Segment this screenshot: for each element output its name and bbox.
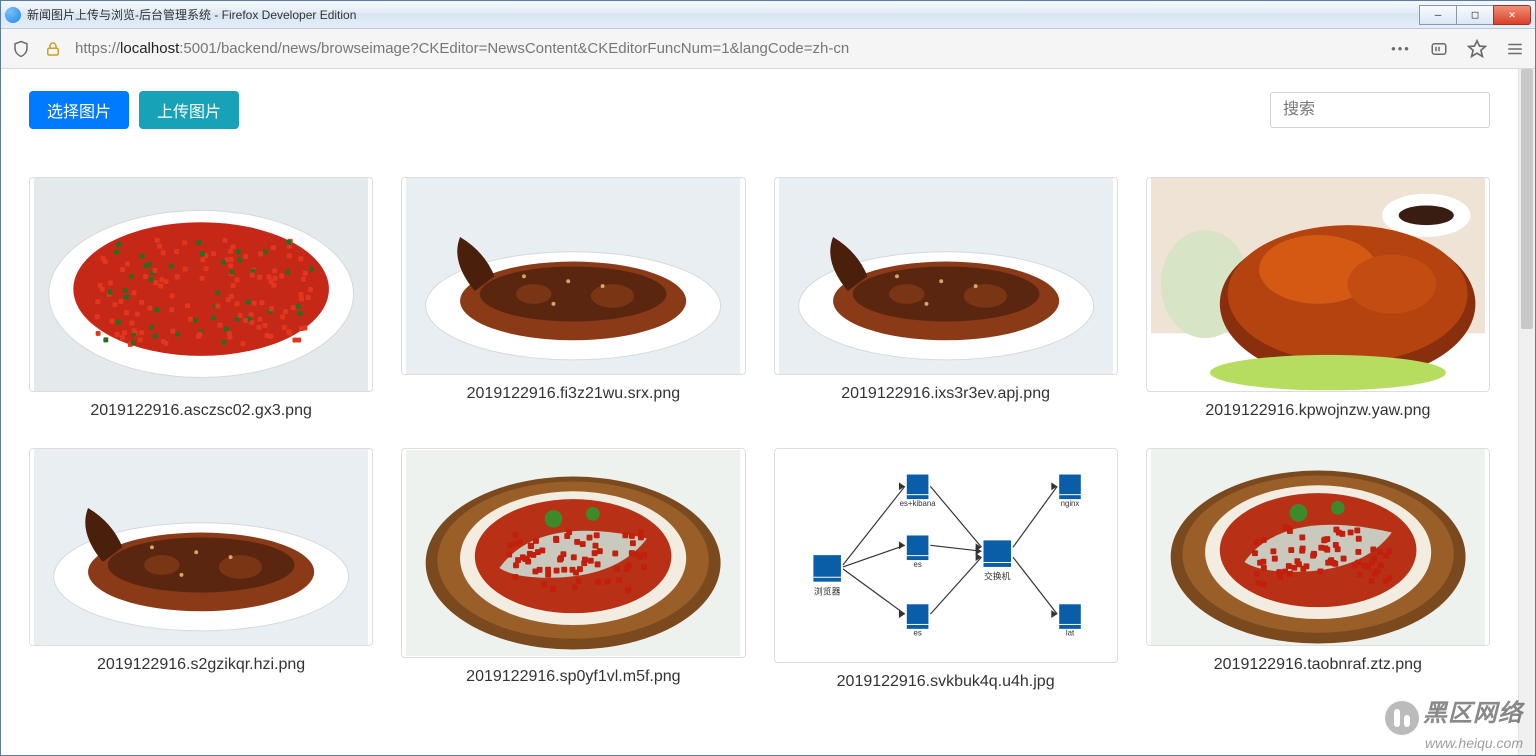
reader-icon[interactable] xyxy=(1429,39,1449,59)
watermark-line2: www.heiqu.com xyxy=(1385,735,1523,751)
svg-text:交换机: 交换机 xyxy=(983,571,1010,582)
url-path: /backend/news/browseimage?CKEditor=NewsC… xyxy=(217,40,849,57)
image-card[interactable]: 2019122916.kpwojnzw.yaw.png xyxy=(1146,177,1490,420)
url-port: :5001 xyxy=(179,40,217,57)
watermark-line1: 黑区网络 xyxy=(1423,700,1523,727)
image-thumbnail[interactable] xyxy=(1146,448,1490,646)
image-card[interactable]: 2019122916.asczsc02.gx3.png xyxy=(29,177,373,420)
page-viewport: 选择图片 上传图片 2019122916.asczsc02.gx3.png 20… xyxy=(1,69,1535,755)
image-caption: 2019122916.ixs3r3ev.apj.png xyxy=(774,385,1118,403)
watermark-logo-icon xyxy=(1385,701,1419,735)
svg-text:es+kibana: es+kibana xyxy=(899,499,936,508)
shield-icon[interactable] xyxy=(11,39,31,59)
page-scroller[interactable]: 选择图片 上传图片 2019122916.asczsc02.gx3.png 20… xyxy=(1,69,1518,755)
scrollbar-thumb[interactable] xyxy=(1521,69,1533,329)
page-content: 选择图片 上传图片 2019122916.asczsc02.gx3.png 20… xyxy=(1,69,1518,713)
toolbar: 选择图片 上传图片 xyxy=(29,91,1490,129)
image-card[interactable]: 浏览器 es+kibana es es 交换机 nginx lat xyxy=(774,448,1118,691)
image-caption: 2019122916.taobnraf.ztz.png xyxy=(1146,656,1490,674)
lock-warning-icon[interactable] xyxy=(43,39,63,59)
search-input[interactable] xyxy=(1270,92,1490,128)
window-titlebar[interactable]: 新闻图片上传与浏览-后台管理系统 - Firefox Developer Edi… xyxy=(1,1,1535,29)
watermark: 黑区网络 www.heiqu.com xyxy=(1385,693,1523,751)
image-caption: 2019122916.fi3z21wu.srx.png xyxy=(401,385,745,403)
image-card[interactable]: 2019122916.taobnraf.ztz.png xyxy=(1146,448,1490,691)
image-caption: 2019122916.sp0yf1vl.m5f.png xyxy=(401,668,745,686)
svg-text:浏览器: 浏览器 xyxy=(813,586,840,597)
svg-text:nginx: nginx xyxy=(1060,499,1079,508)
image-thumbnail[interactable]: 浏览器 es+kibana es es 交换机 nginx lat xyxy=(774,448,1118,663)
image-thumbnail[interactable] xyxy=(29,177,373,392)
svg-text:es: es xyxy=(913,629,921,638)
image-caption: 2019122916.kpwojnzw.yaw.png xyxy=(1146,402,1490,420)
image-thumbnail[interactable] xyxy=(1146,177,1490,392)
select-image-button[interactable]: 选择图片 xyxy=(29,91,129,129)
image-caption: 2019122916.s2gzikqr.hzi.png xyxy=(29,656,373,674)
browser-window: 新闻图片上传与浏览-后台管理系统 - Firefox Developer Edi… xyxy=(0,0,1536,756)
image-thumbnail[interactable] xyxy=(401,448,745,658)
image-card[interactable]: 2019122916.s2gzikqr.hzi.png xyxy=(29,448,373,691)
image-card[interactable]: 2019122916.fi3z21wu.srx.png xyxy=(401,177,745,420)
svg-text:lat: lat xyxy=(1065,629,1074,638)
address-bar: https://localhost:5001/backend/news/brow… xyxy=(1,29,1535,69)
maximize-button[interactable]: □ xyxy=(1456,5,1494,25)
more-icon[interactable]: ••• xyxy=(1391,39,1411,59)
url-host: localhost xyxy=(120,40,179,57)
firefox-icon xyxy=(5,7,21,23)
image-caption: 2019122916.asczsc02.gx3.png xyxy=(29,402,373,420)
menu-icon[interactable] xyxy=(1505,39,1525,59)
bookmark-star-icon[interactable] xyxy=(1467,39,1487,59)
window-controls: — □ ✕ xyxy=(1419,5,1531,25)
image-card[interactable]: 2019122916.ixs3r3ev.apj.png xyxy=(774,177,1118,420)
vertical-scrollbar[interactable] xyxy=(1518,69,1535,755)
window-title: 新闻图片上传与浏览-后台管理系统 - Firefox Developer Edi… xyxy=(27,6,356,23)
svg-text:es: es xyxy=(913,560,921,569)
address-bar-actions: ••• xyxy=(1391,39,1525,59)
image-caption: 2019122916.svkbuk4q.u4h.jpg xyxy=(774,673,1118,691)
upload-image-button[interactable]: 上传图片 xyxy=(139,91,239,129)
url-scheme: https:// xyxy=(75,40,120,57)
image-card[interactable]: 2019122916.sp0yf1vl.m5f.png xyxy=(401,448,745,691)
image-grid: 2019122916.asczsc02.gx3.png 2019122916.f… xyxy=(29,177,1490,691)
image-thumbnail[interactable] xyxy=(774,177,1118,375)
image-thumbnail[interactable] xyxy=(29,448,373,646)
minimize-button[interactable]: — xyxy=(1419,5,1457,25)
close-button[interactable]: ✕ xyxy=(1493,5,1531,25)
image-thumbnail[interactable] xyxy=(401,177,745,375)
url-display[interactable]: https://localhost:5001/backend/news/brow… xyxy=(75,40,1379,57)
